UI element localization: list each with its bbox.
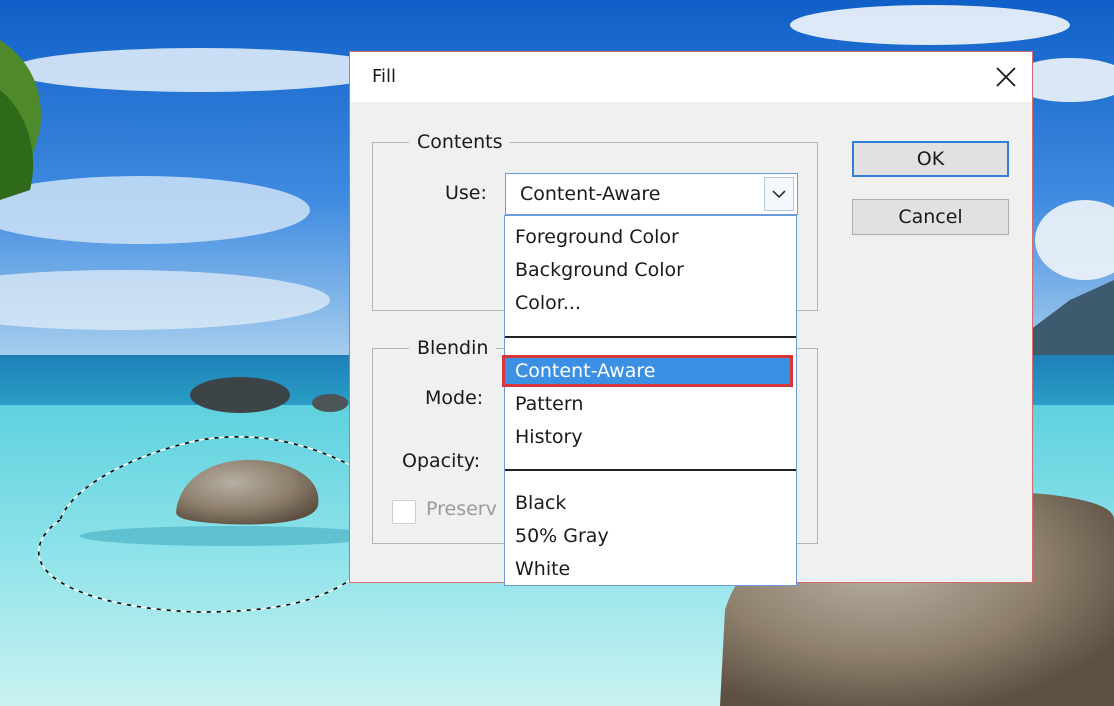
- use-select-arrow[interactable]: [764, 177, 794, 211]
- dropdown-item-history[interactable]: History: [505, 421, 796, 453]
- blending-legend: Blendin: [417, 337, 489, 359]
- preserve-transparency-checkbox[interactable]: [392, 500, 416, 524]
- use-select[interactable]: Content-Aware: [505, 173, 798, 215]
- dropdown-item-pattern[interactable]: Pattern: [505, 388, 796, 420]
- ok-button[interactable]: OK: [852, 141, 1009, 177]
- dialog-titlebar[interactable]: Fill: [350, 52, 1032, 102]
- contents-legend: Contents: [417, 131, 503, 153]
- dropdown-item-white[interactable]: White: [505, 553, 796, 585]
- dropdown-separator: [505, 469, 796, 471]
- mode-label: Mode:: [425, 387, 484, 409]
- dropdown-item-foreground-color[interactable]: Foreground Color: [505, 221, 796, 253]
- dropdown-item-black[interactable]: Black: [505, 487, 796, 519]
- opacity-label: Opacity:: [402, 450, 481, 472]
- use-dropdown-list: Foreground Color Background Color Color.…: [502, 215, 797, 586]
- chevron-down-icon: [772, 190, 786, 199]
- dropdown-item-content-aware[interactable]: Content-Aware: [502, 355, 793, 387]
- dialog-title: Fill: [372, 66, 397, 87]
- dropdown-item-background-color[interactable]: Background Color: [505, 254, 796, 286]
- dropdown-separator: [505, 336, 796, 338]
- close-icon: [996, 67, 1016, 87]
- dropdown-item-color[interactable]: Color...: [505, 287, 796, 319]
- use-select-value: Content-Aware: [520, 183, 661, 205]
- dropdown-item-50-gray[interactable]: 50% Gray: [505, 520, 796, 552]
- cancel-button[interactable]: Cancel: [852, 199, 1009, 235]
- close-button[interactable]: [988, 60, 1024, 94]
- use-label: Use:: [445, 182, 487, 204]
- preserve-transparency-label: Preserv: [426, 498, 497, 520]
